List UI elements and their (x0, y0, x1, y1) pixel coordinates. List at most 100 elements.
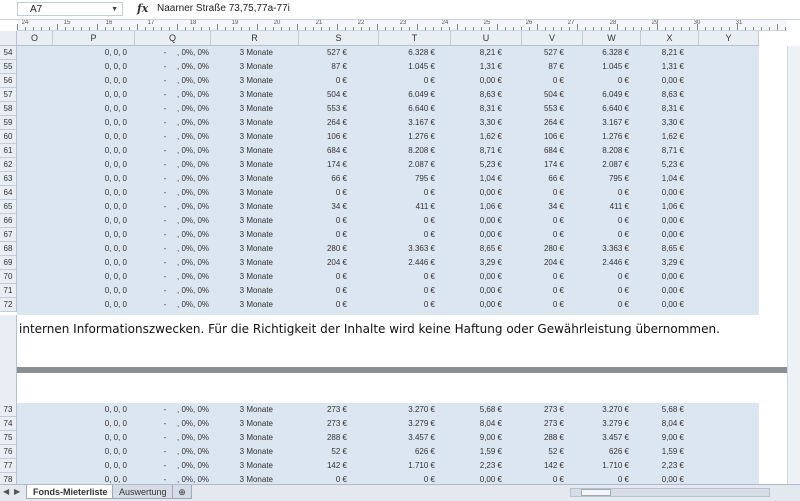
cell-x[interactable]: 1,31 € (641, 60, 684, 74)
select-all-corner[interactable] (0, 31, 17, 46)
cell-v[interactable]: 0 € (522, 270, 564, 284)
cell-u[interactable]: 1,62 € (451, 130, 502, 144)
cell-s[interactable]: 204 € (299, 256, 347, 270)
cell-w[interactable]: 0 € (583, 284, 629, 298)
cell-v[interactable]: 87 € (522, 60, 564, 74)
cell-u[interactable]: 0,00 € (451, 228, 502, 242)
cell-r[interactable]: 3 Monate (217, 186, 273, 200)
row-header[interactable]: 64 (0, 186, 17, 200)
cell-q1[interactable]: - (155, 172, 175, 186)
cell-q2[interactable]: , 0%, 0% (177, 172, 211, 186)
vertical-scrollbar[interactable] (787, 46, 800, 484)
cell-r[interactable]: 3 Monate (217, 417, 273, 431)
first-sheet-icon[interactable]: ◀ (3, 487, 9, 496)
cell-w[interactable]: 6.049 € (583, 88, 629, 102)
cell-u[interactable]: 2,23 € (451, 459, 502, 473)
cell-v[interactable]: 684 € (522, 144, 564, 158)
cell-q2[interactable]: , 0%, 0% (177, 102, 211, 116)
cell-s[interactable]: 34 € (299, 200, 347, 214)
cell-s[interactable]: 142 € (299, 459, 347, 473)
cell-x[interactable]: 0,00 € (641, 214, 684, 228)
cell-q2[interactable]: , 0%, 0% (177, 417, 211, 431)
cell-t[interactable]: 3.363 € (379, 242, 435, 256)
cell-r[interactable]: 3 Monate (217, 60, 273, 74)
cell-u[interactable]: 0,00 € (451, 74, 502, 88)
cell-p[interactable]: 0, 0, 0 (77, 130, 127, 144)
cell-u[interactable]: 5,68 € (451, 403, 502, 417)
cell-s[interactable]: 0 € (299, 270, 347, 284)
cell-q1[interactable]: - (155, 445, 175, 459)
cell-v[interactable]: 34 € (522, 200, 564, 214)
cell-t[interactable]: 0 € (379, 298, 435, 312)
cell-r[interactable]: 3 Monate (217, 256, 273, 270)
row-header[interactable]: 74 (0, 417, 17, 431)
cell-q2[interactable]: , 0%, 0% (177, 214, 211, 228)
cell-q2[interactable]: , 0%, 0% (177, 445, 211, 459)
cell-w[interactable]: 1.276 € (583, 130, 629, 144)
cell-s[interactable]: 273 € (299, 417, 347, 431)
cell-s[interactable]: 0 € (299, 186, 347, 200)
row-header[interactable]: 71 (0, 284, 17, 298)
cell-w[interactable]: 0 € (583, 74, 629, 88)
cell-p[interactable]: 0, 0, 0 (77, 403, 127, 417)
cell-w[interactable]: 2.446 € (583, 256, 629, 270)
cell-u[interactable]: 1,04 € (451, 172, 502, 186)
cell-q1[interactable]: - (155, 298, 175, 312)
row-header[interactable]: 57 (0, 88, 17, 102)
cell-q1[interactable]: - (155, 116, 175, 130)
cell-v[interactable]: 0 € (522, 186, 564, 200)
cell-w[interactable]: 411 € (583, 200, 629, 214)
cell-w[interactable]: 6.328 € (583, 46, 629, 60)
cell-q1[interactable]: - (155, 88, 175, 102)
cell-p[interactable]: 0, 0, 0 (77, 270, 127, 284)
formula-input[interactable]: Naarner Straße 73,75,77a-77i (157, 3, 290, 14)
cell-t[interactable]: 8.208 € (379, 144, 435, 158)
cell-p[interactable]: 0, 0, 0 (77, 459, 127, 473)
cell-q1[interactable]: - (155, 60, 175, 74)
cell-v[interactable]: 142 € (522, 459, 564, 473)
cell-r[interactable]: 3 Monate (217, 130, 273, 144)
cell-s[interactable]: 0 € (299, 214, 347, 228)
cell-t[interactable]: 1.045 € (379, 60, 435, 74)
cell-x[interactable]: 3,30 € (641, 116, 684, 130)
cell-u[interactable]: 8,21 € (451, 46, 502, 60)
column-header-w[interactable]: W (583, 31, 641, 46)
cell-v[interactable]: 280 € (522, 242, 564, 256)
cell-x[interactable]: 0,00 € (641, 270, 684, 284)
cell-p[interactable]: 0, 0, 0 (77, 74, 127, 88)
cell-u[interactable]: 0,00 € (451, 214, 502, 228)
cell-t[interactable]: 1.710 € (379, 459, 435, 473)
cell-q2[interactable]: , 0%, 0% (177, 158, 211, 172)
cell-r[interactable]: 3 Monate (217, 200, 273, 214)
row-header[interactable]: 77 (0, 459, 17, 473)
cell-v[interactable]: 527 € (522, 46, 564, 60)
cell-t[interactable]: 0 € (379, 186, 435, 200)
cell-p[interactable]: 0, 0, 0 (77, 417, 127, 431)
row-header[interactable]: 62 (0, 158, 17, 172)
cell-r[interactable]: 3 Monate (217, 284, 273, 298)
cell-v[interactable]: 66 € (522, 172, 564, 186)
cell-u[interactable]: 0,00 € (451, 270, 502, 284)
cell-v[interactable]: 204 € (522, 256, 564, 270)
cell-t[interactable]: 0 € (379, 284, 435, 298)
column-header-v[interactable]: V (522, 31, 583, 46)
cell-q1[interactable]: - (155, 186, 175, 200)
cell-q2[interactable]: , 0%, 0% (177, 403, 211, 417)
tab-fonds-mieterliste[interactable]: Fonds-Mieterliste (26, 485, 115, 499)
cell-x[interactable]: 1,62 € (641, 130, 684, 144)
row-header[interactable]: 67 (0, 228, 17, 242)
cell-q1[interactable]: - (155, 242, 175, 256)
cell-t[interactable]: 626 € (379, 445, 435, 459)
cell-q2[interactable]: , 0%, 0% (177, 270, 211, 284)
cell-r[interactable]: 3 Monate (217, 74, 273, 88)
cell-x[interactable]: 8,63 € (641, 88, 684, 102)
row-header[interactable]: 76 (0, 445, 17, 459)
cell-p[interactable]: 0, 0, 0 (77, 242, 127, 256)
cell-q2[interactable]: , 0%, 0% (177, 46, 211, 60)
cell-r[interactable]: 3 Monate (217, 144, 273, 158)
cell-s[interactable]: 280 € (299, 242, 347, 256)
cell-r[interactable]: 3 Monate (217, 102, 273, 116)
cell-q2[interactable]: , 0%, 0% (177, 200, 211, 214)
cell-x[interactable]: 5,23 € (641, 158, 684, 172)
row-header[interactable]: 65 (0, 200, 17, 214)
